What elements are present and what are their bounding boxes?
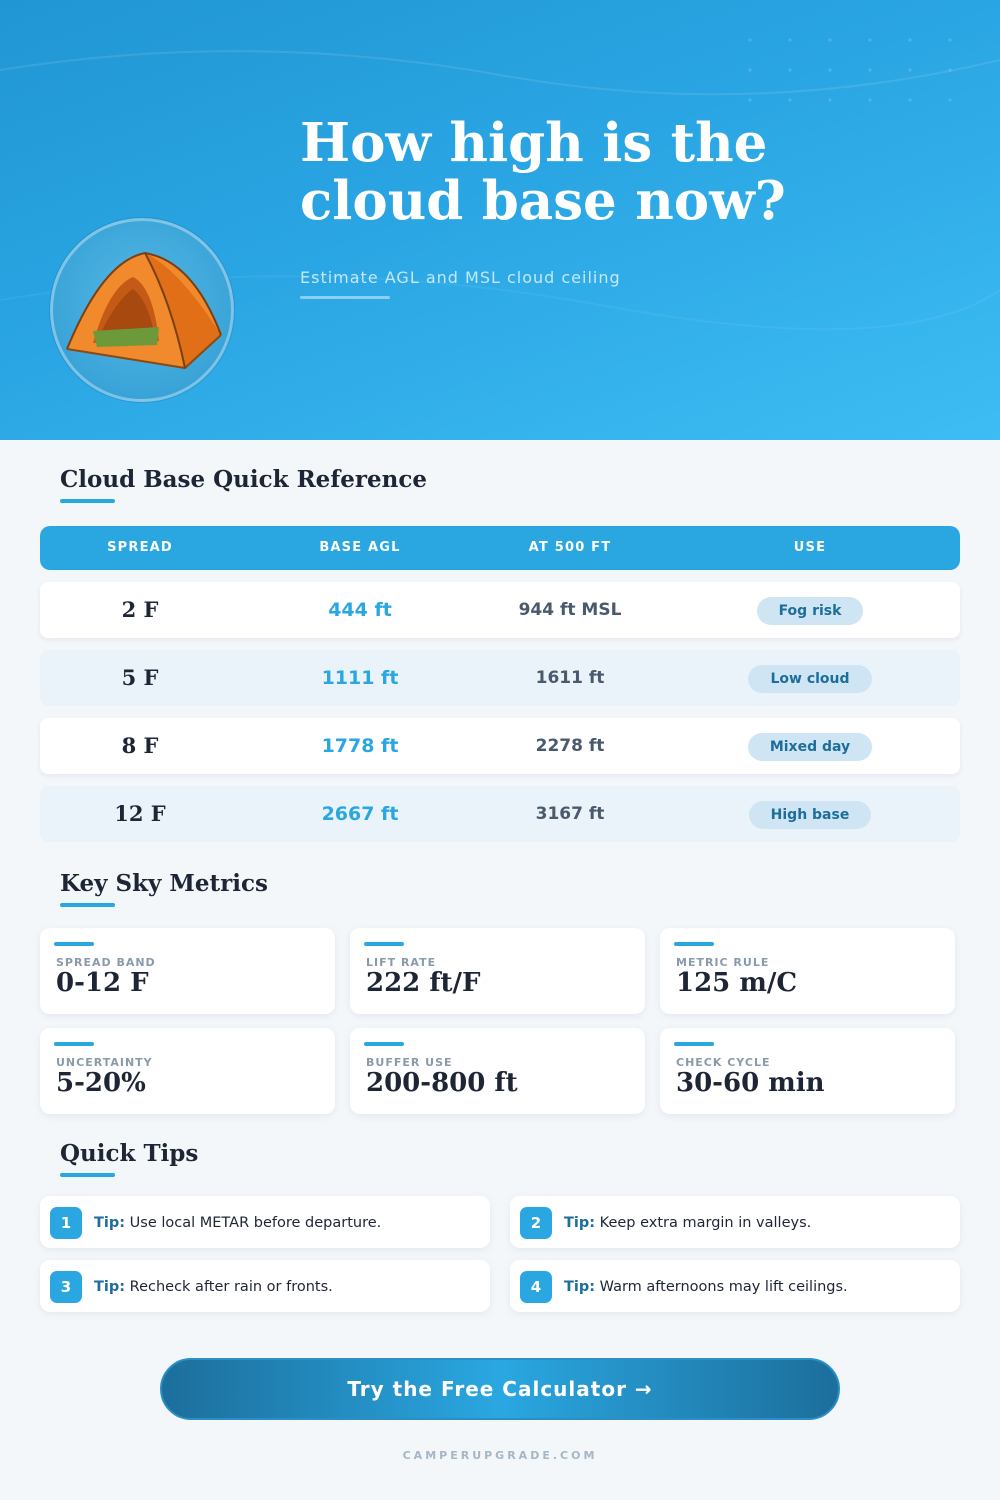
tip-number-badge: 1: [50, 1207, 82, 1239]
spread-cell: 2 F: [121, 597, 159, 622]
table-row: 12 F 2667 ft 3167 ft High base: [40, 786, 960, 842]
tip-text: Tip: Keep extra margin in valleys.: [564, 1196, 811, 1248]
table-row: 2 F 444 ft 944 ft MSL Fog risk: [40, 582, 960, 638]
use-badge: Mixed day: [747, 732, 873, 761]
tip-body: Keep extra margin in valleys.: [599, 1215, 812, 1231]
metric-value: 222 ft/F: [366, 968, 481, 998]
metric-card-check-cycle: CHECK CYCLE 30-60 min: [660, 1028, 955, 1114]
metric-value: 0-12 F: [56, 968, 149, 998]
metric-card-uncertainty: UNCERTAINTY 5-20%: [40, 1028, 335, 1114]
metric-accent-bar: [674, 942, 714, 946]
use-cell: Low cloud: [710, 650, 910, 706]
column-header-base-agl: BASE AGL: [319, 540, 401, 555]
metric-value: 125 m/C: [676, 968, 798, 998]
msl-cell: 1611 ft: [535, 668, 605, 688]
metric-card-spread-band: SPREAD BAND 0-12 F: [40, 928, 335, 1014]
tip-prefix: Tip:: [94, 1215, 126, 1231]
spread-cell: 12 F: [114, 801, 166, 826]
tip-body: Use local METAR before departure.: [129, 1215, 382, 1231]
use-badge: Fog risk: [756, 596, 864, 625]
column-header-spread: SPREAD: [107, 540, 173, 555]
metric-card-metric-rule: METRIC RULE 125 m/C: [660, 928, 955, 1014]
use-cell: Mixed day: [710, 718, 910, 774]
tip-number-badge: 4: [520, 1271, 552, 1303]
metric-accent-bar: [54, 1042, 94, 1046]
base-agl-cell: 444 ft: [328, 599, 392, 621]
hero-divider: [300, 296, 390, 299]
use-cell: Fog risk: [710, 582, 910, 638]
table-row: 5 F 1111 ft 1611 ft Low cloud: [40, 650, 960, 706]
tip-text: Tip: Recheck after rain or fronts.: [94, 1260, 333, 1312]
footer-site-name: CAMPERUPGRADE.COM: [402, 1449, 598, 1462]
metric-value: 5-20%: [56, 1068, 146, 1098]
reference-table-header: SPREAD BASE AGL AT 500 FT USE: [40, 526, 960, 570]
metric-accent-bar: [54, 942, 94, 946]
hero-title-line-2: cloud base now?: [300, 170, 786, 232]
metric-accent-bar: [674, 1042, 714, 1046]
base-agl-cell: 1111 ft: [321, 667, 399, 689]
metrics-title-underline: [60, 903, 115, 907]
base-agl-cell: 1778 ft: [321, 735, 399, 757]
calculator-cta-button[interactable]: Try the Free Calculator →: [160, 1358, 840, 1420]
reference-title-underline: [60, 499, 115, 503]
msl-cell: 944 ft MSL: [518, 600, 622, 620]
tip-card: 1 Tip: Use local METAR before departure.: [40, 1196, 490, 1248]
metric-accent-bar: [364, 1042, 404, 1046]
tip-number-badge: 2: [520, 1207, 552, 1239]
hero-banner: How high is the cloud base now? Estimate…: [0, 0, 1000, 440]
use-badge: Low cloud: [748, 664, 872, 693]
hero-subtitle: Estimate AGL and MSL cloud ceiling: [300, 268, 621, 287]
hero-title: How high is the cloud base now?: [300, 114, 920, 230]
tip-prefix: Tip:: [94, 1279, 126, 1295]
tent-icon-badge: [50, 218, 234, 402]
column-header-at-500-ft: AT 500 FT: [528, 540, 612, 555]
tip-card: 2 Tip: Keep extra margin in valleys.: [510, 1196, 960, 1248]
reference-title: Cloud Base Quick Reference: [60, 466, 427, 493]
metric-card-lift-rate: LIFT RATE 222 ft/F: [350, 928, 645, 1014]
use-badge: High base: [748, 800, 872, 829]
tip-text: Tip: Use local METAR before departure.: [94, 1196, 381, 1248]
base-agl-cell: 2667 ft: [321, 803, 399, 825]
tip-card: 4 Tip: Warm afternoons may lift ceilings…: [510, 1260, 960, 1312]
use-cell: High base: [710, 786, 910, 842]
tips-title: Quick Tips: [60, 1140, 199, 1167]
tips-title-underline: [60, 1173, 115, 1177]
table-row: 8 F 1778 ft 2278 ft Mixed day: [40, 718, 960, 774]
tent-icon: [66, 251, 222, 370]
tip-number-badge: 3: [50, 1271, 82, 1303]
spread-cell: 8 F: [121, 733, 159, 758]
tip-prefix: Tip:: [564, 1279, 596, 1295]
metric-accent-bar: [364, 942, 404, 946]
tip-body: Warm afternoons may lift ceilings.: [599, 1279, 848, 1295]
tip-text: Tip: Warm afternoons may lift ceilings.: [564, 1260, 848, 1312]
metric-value: 200-800 ft: [366, 1068, 518, 1098]
tip-body: Recheck after rain or fronts.: [129, 1279, 333, 1295]
column-header-use: USE: [793, 540, 827, 555]
msl-cell: 3167 ft: [535, 804, 605, 824]
hero-title-line-1: How high is the: [300, 112, 768, 174]
tip-prefix: Tip:: [564, 1215, 596, 1231]
tip-card: 3 Tip: Recheck after rain or fronts.: [40, 1260, 490, 1312]
spread-cell: 5 F: [121, 665, 159, 690]
metric-card-buffer-use: BUFFER USE 200-800 ft: [350, 1028, 645, 1114]
metrics-title: Key Sky Metrics: [60, 870, 268, 897]
metric-value: 30-60 min: [676, 1068, 825, 1098]
msl-cell: 2278 ft: [535, 736, 605, 756]
